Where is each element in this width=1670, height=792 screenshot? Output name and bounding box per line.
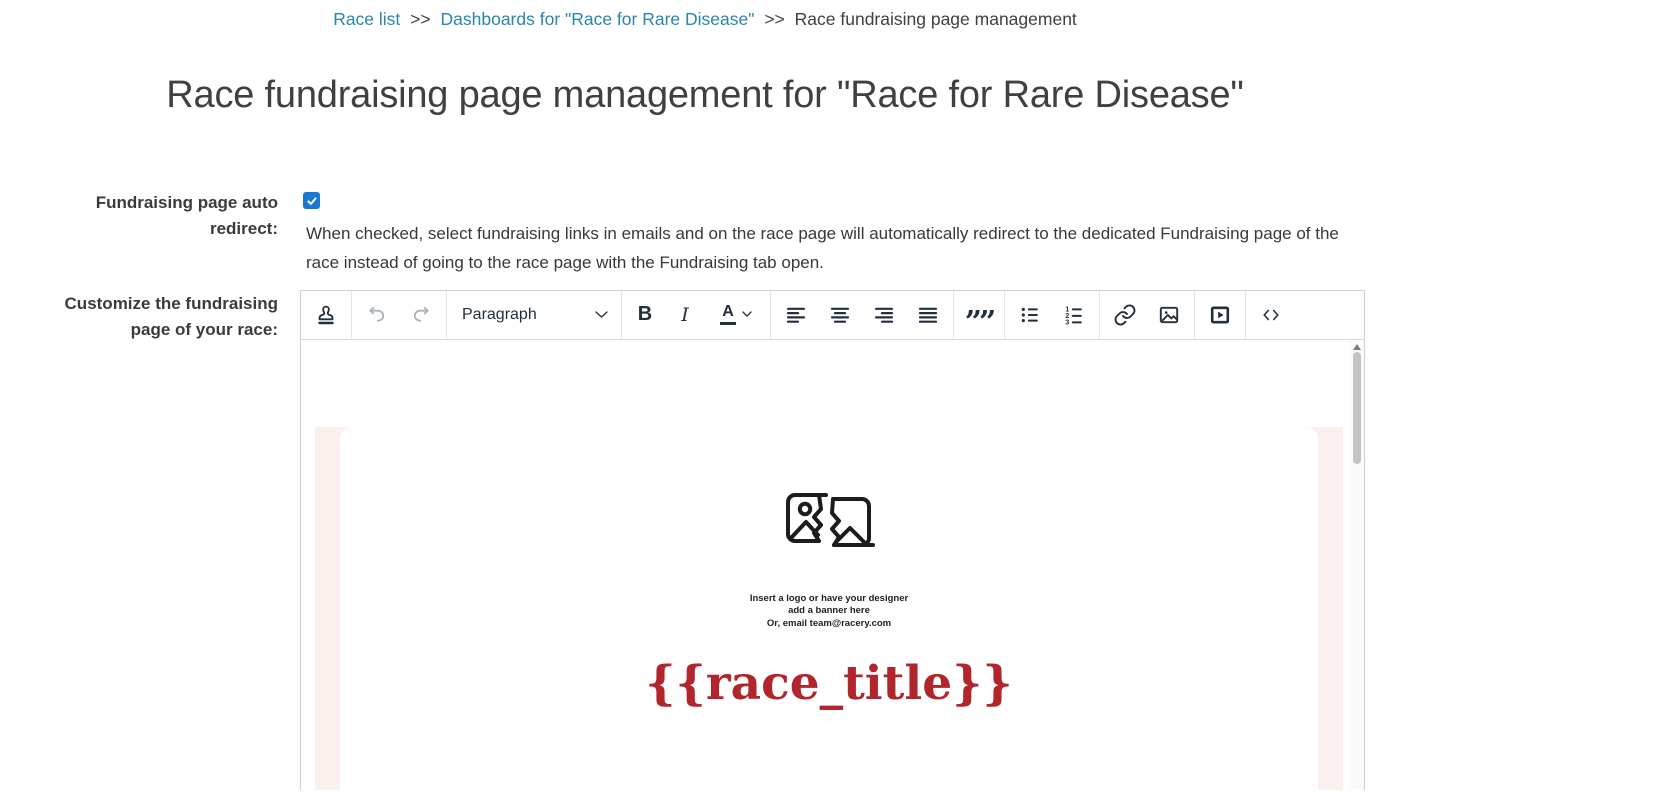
chevron-down-icon <box>595 310 608 318</box>
toolbar-group-media <box>1194 290 1245 339</box>
redo-button[interactable] <box>399 291 443 339</box>
svg-text:3: 3 <box>1065 319 1069 326</box>
breadcrumb-current-page: Race fundraising page management <box>794 9 1077 29</box>
stamp-icon <box>318 305 334 324</box>
media-icon <box>1210 306 1230 323</box>
auto-redirect-field: When checked, select fundraising links i… <box>300 189 1365 278</box>
toolbar-group-align <box>770 290 953 339</box>
numbered-list-icon: 1 2 3 <box>1065 306 1082 326</box>
banner-placeholder: Insert a logo or have your designer add … <box>340 427 1318 631</box>
undo-button[interactable] <box>355 291 399 339</box>
image-icon <box>1159 306 1179 323</box>
media-button[interactable] <box>1198 291 1242 339</box>
fundraising-page-background: Insert a logo or have your designer add … <box>315 426 1343 790</box>
page-container: Race list >> Dashboards for "Race for Ra… <box>0 0 1410 790</box>
chevron-down-icon <box>742 311 752 317</box>
page-title: Race fundraising page management for "Ra… <box>166 74 1244 116</box>
breadcrumb-race-list-link[interactable]: Race list <box>333 9 400 29</box>
blockquote-icon: ”” <box>964 304 996 340</box>
auto-redirect-row: Fundraising page auto redirect: When che… <box>56 189 1410 278</box>
toolbar-group-insert <box>1099 290 1194 339</box>
breadcrumb-separator: >> <box>410 9 431 29</box>
align-center-icon <box>830 307 850 323</box>
source-code-icon <box>1263 309 1279 320</box>
toolbar-group-text-style: B I A <box>621 290 770 339</box>
editor-content-area: Insert a logo or have your designer add … <box>301 339 1364 790</box>
broken-image-icon <box>786 492 875 547</box>
customize-label: Customize the fundraising page of your r… <box>64 293 278 339</box>
breadcrumb: Race list >> Dashboards for "Race for Ra… <box>0 0 1410 30</box>
toolbar-group-history <box>351 290 446 339</box>
scrollbar-thumb[interactable] <box>1352 351 1361 464</box>
customize-row: Customize the fundraising page of your r… <box>56 289 1410 790</box>
text-color-button[interactable]: A <box>705 291 767 339</box>
blockquote-button[interactable]: ”” <box>957 291 1001 340</box>
source-code-button[interactable] <box>1249 291 1293 339</box>
breadcrumb-dashboards-link[interactable]: Dashboards for "Race for Rare Disease" <box>441 9 755 29</box>
toolbar-group-code <box>1245 290 1296 339</box>
breadcrumb-separator: >> <box>764 9 785 29</box>
toolbar-group-blockquote: ”” <box>953 290 1004 340</box>
rich-text-editor: Paragraph B I A ”” 1 2 3 Insert a logo o… <box>300 289 1365 790</box>
align-right-icon <box>874 307 894 323</box>
redo-icon <box>413 306 429 322</box>
auto-redirect-description: When checked, select fundraising links i… <box>306 223 1339 273</box>
bold-button[interactable]: B <box>625 291 665 339</box>
align-center-button[interactable] <box>818 291 862 339</box>
fundraising-page-card: Insert a logo or have your designer add … <box>340 426 1318 790</box>
justify-icon <box>918 307 938 323</box>
link-button[interactable] <box>1103 291 1147 339</box>
justify-button[interactable] <box>906 291 950 339</box>
bullet-list-icon <box>1021 307 1038 322</box>
toolbar-group-format: Paragraph <box>446 290 621 339</box>
scrollbar-up-arrow[interactable] <box>1352 343 1361 350</box>
italic-icon: I <box>681 303 689 326</box>
paragraph-format-select[interactable]: Paragraph <box>450 291 618 339</box>
editor-toolbar: Paragraph B I A ”” 1 2 3 <box>301 290 1364 340</box>
align-right-button[interactable] <box>862 291 906 339</box>
text-color-icon: A <box>720 303 736 326</box>
bullet-list-button[interactable] <box>1008 291 1052 339</box>
numbered-list-button[interactable]: 1 2 3 <box>1052 291 1096 339</box>
paragraph-format-label: Paragraph <box>462 305 537 323</box>
toolbar-group-tokens <box>301 291 351 339</box>
toolbar-group-lists: 1 2 3 <box>1004 290 1099 339</box>
banner-placeholder-text: Insert a logo or have your designer add … <box>749 592 909 629</box>
italic-button[interactable]: I <box>665 291 705 339</box>
settings-form: Fundraising page auto redirect: When che… <box>56 189 1410 790</box>
race-title-token: {{race_title}} <box>645 656 1013 711</box>
align-left-icon <box>786 307 806 323</box>
image-button[interactable] <box>1147 291 1191 339</box>
stamp-button[interactable] <box>304 291 348 339</box>
editor-scrollbar[interactable] <box>1349 339 1364 790</box>
bold-icon: B <box>637 303 653 325</box>
auto-redirect-checkbox[interactable] <box>303 192 320 209</box>
undo-icon <box>369 306 385 322</box>
link-icon <box>1114 304 1136 325</box>
auto-redirect-label: Fundraising page auto redirect: <box>95 193 278 238</box>
checkmark-icon <box>306 196 317 205</box>
align-left-button[interactable] <box>774 291 818 339</box>
editor-canvas[interactable]: Insert a logo or have your designer add … <box>301 340 1349 790</box>
